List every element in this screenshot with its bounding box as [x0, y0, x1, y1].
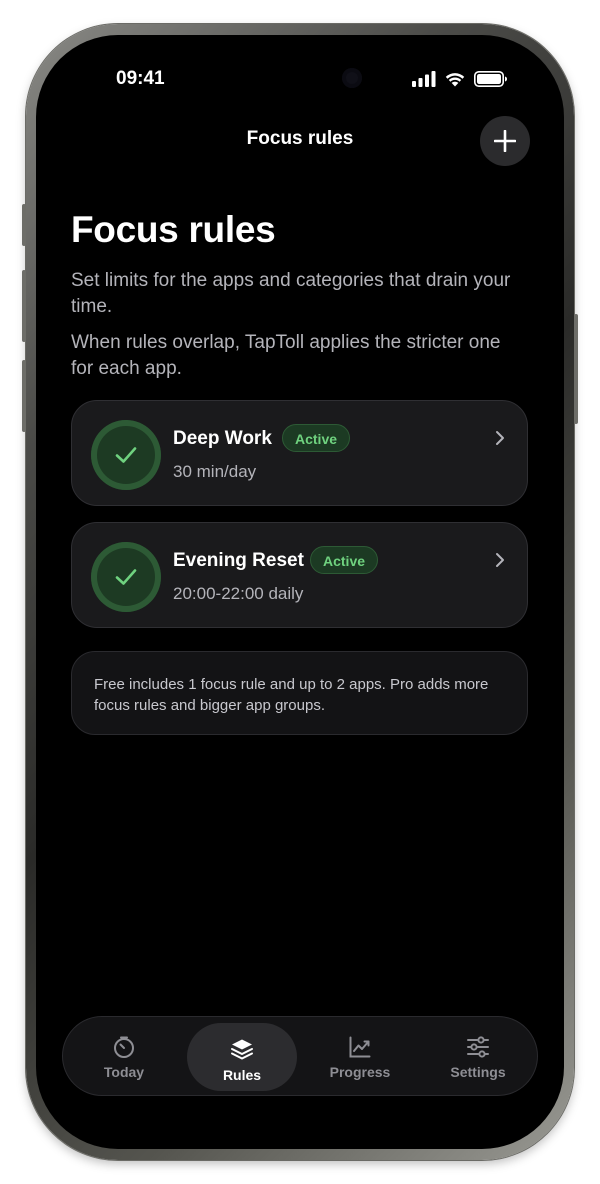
timer-icon [114, 1036, 134, 1058]
action-button [22, 204, 26, 246]
sliders-icon [467, 1036, 489, 1058]
tab-label: Rules [222, 1067, 262, 1083]
tab-rules[interactable]: Rules [187, 1017, 297, 1097]
screen: 09:41 Focus rules Focus rules Set limits… [36, 35, 564, 1149]
tab-label: Progress [329, 1064, 391, 1080]
tab-settings[interactable]: Settings [423, 1017, 533, 1097]
status-time: 09:41 [116, 68, 165, 89]
signal-icon [412, 71, 436, 87]
status-badge: Active [282, 424, 351, 452]
page-title: Focus rules [71, 209, 276, 250]
plan-info-text: Free includes 1 focus rule and up to 2 a… [94, 676, 489, 714]
rule-card-evening-reset[interactable]: Evening Reset Active 20:00-22:00 daily [71, 522, 528, 628]
volume-up-button [22, 270, 26, 342]
plan-info-card: Free includes 1 focus rule and up to 2 a… [71, 651, 528, 735]
rule-card-deep-work[interactable]: Deep Work Active 30 min/day [71, 400, 528, 506]
checkmark-icon [115, 447, 137, 463]
tab-today[interactable]: Today [69, 1017, 179, 1097]
chevron-right-icon [496, 431, 504, 445]
status-bar: 09:41 [36, 35, 564, 125]
tab-label: Today [103, 1064, 145, 1080]
chart-icon [349, 1036, 371, 1058]
layers-icon [231, 1039, 253, 1060]
overlap-note: When rules overlap, TapToll applies the … [71, 332, 501, 379]
tab-progress[interactable]: Progress [305, 1017, 415, 1097]
volume-down-button [22, 360, 26, 432]
rule-detail: 20:00-22:00 daily [173, 584, 304, 603]
page-description: Set limits for the apps and categories t… [71, 270, 511, 317]
status-icons [412, 69, 508, 89]
rule-status-circle [91, 542, 161, 612]
chevron-right-icon [496, 553, 504, 567]
battery-icon [474, 71, 507, 87]
wifi-icon [445, 73, 465, 87]
checkmark-icon [115, 569, 137, 585]
add-rule-button[interactable] [480, 116, 530, 166]
power-button [574, 314, 578, 424]
tab-label: Settings [450, 1064, 506, 1080]
camera-icon [342, 68, 362, 88]
plus-icon [494, 130, 516, 152]
rule-detail: 30 min/day [173, 462, 257, 481]
status-badge: Active [310, 546, 379, 574]
rule-name: Evening Reset [173, 550, 304, 571]
rule-name: Deep Work [173, 428, 272, 449]
rule-status-circle [91, 420, 161, 490]
tab-bar: Today Rules Progress Settings [62, 1016, 538, 1096]
